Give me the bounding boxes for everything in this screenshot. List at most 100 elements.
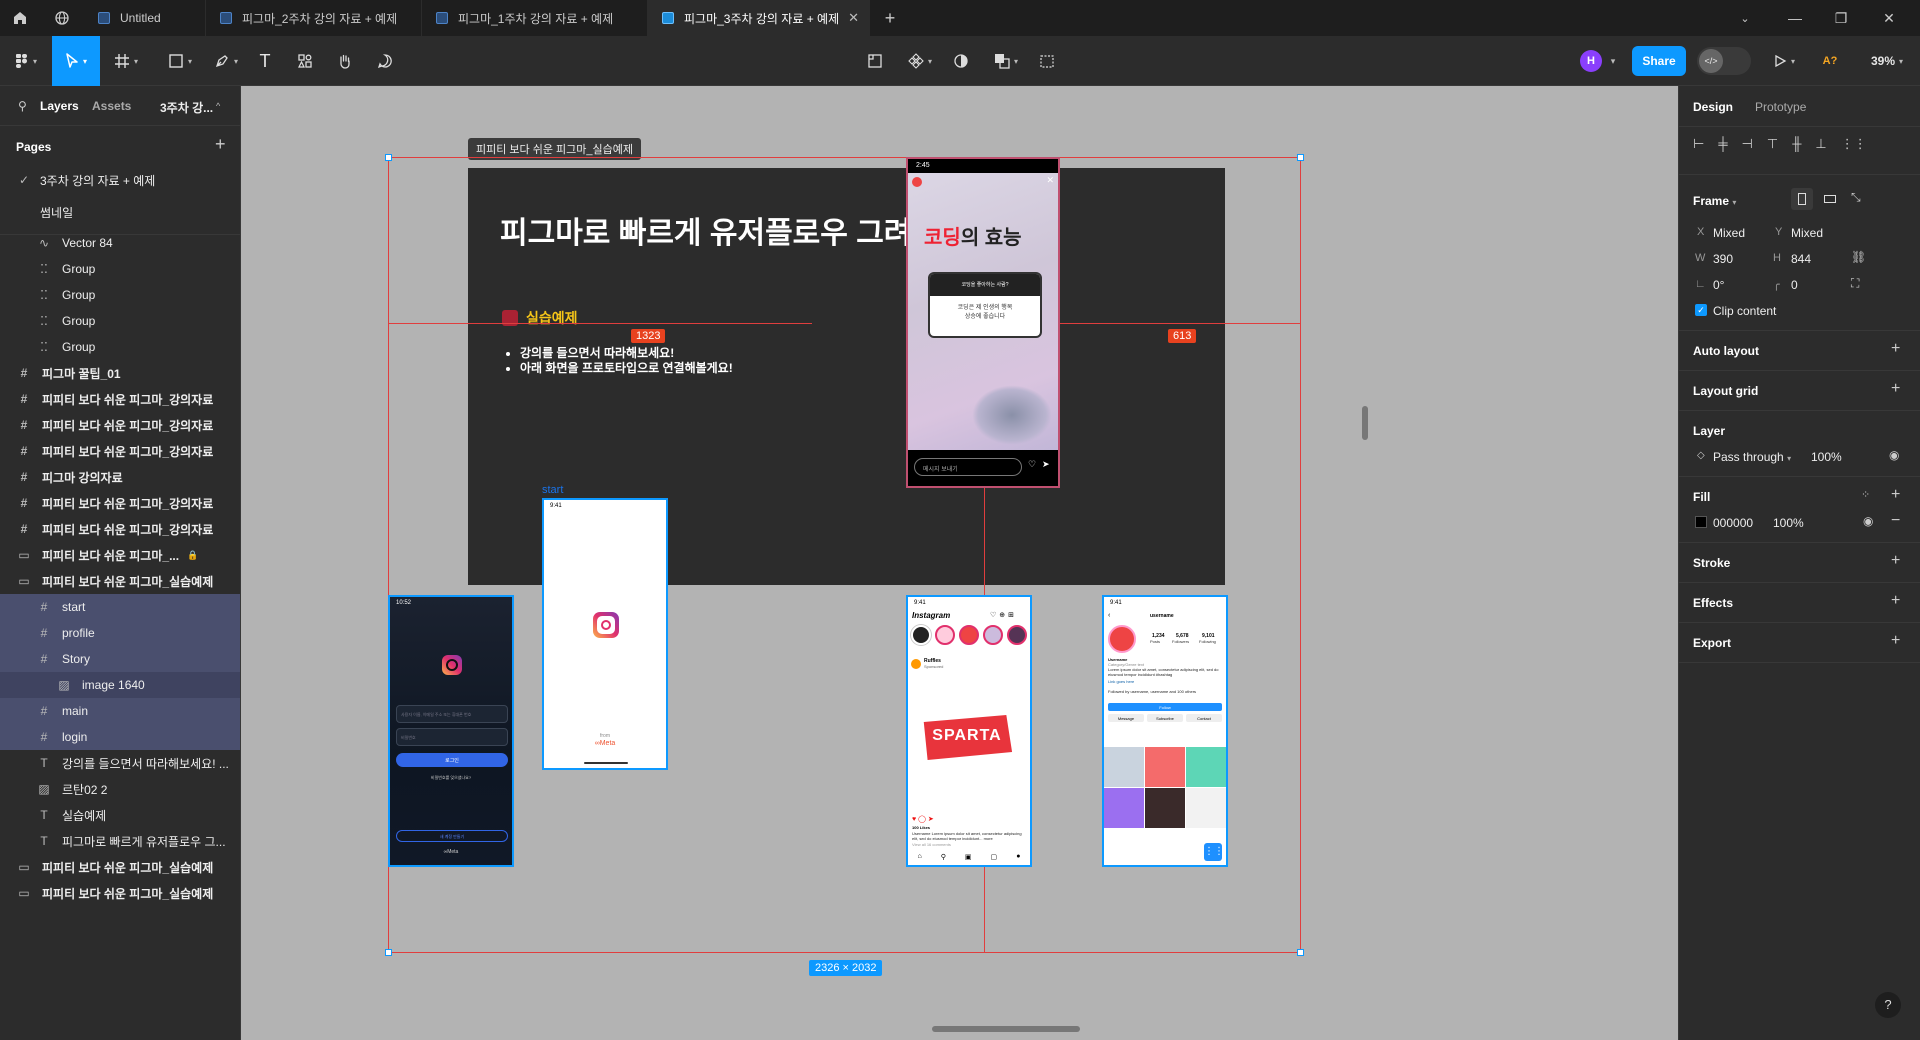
add-page-icon[interactable]: + bbox=[215, 134, 226, 155]
width-input[interactable]: 390 bbox=[1713, 252, 1733, 266]
subscribe-button[interactable]: Subscribe bbox=[1147, 714, 1183, 722]
align-right-icon[interactable]: ⊣ bbox=[1742, 136, 1753, 152]
story-avatar[interactable] bbox=[1007, 625, 1027, 645]
crop-image-icon[interactable] bbox=[1032, 36, 1062, 86]
crop-icon[interactable] bbox=[860, 36, 890, 86]
rectangle-tool-icon[interactable]: ▾ bbox=[160, 36, 200, 86]
resize-to-fit-icon[interactable]: ⤡ bbox=[1851, 190, 1861, 205]
layer-row[interactable]: ▭ 피피티 보다 쉬운 피그마_... 🔒 bbox=[0, 542, 240, 568]
align-left-icon[interactable]: ⊢ bbox=[1693, 136, 1704, 152]
main-frame[interactable]: 9:41 Instagram ♡⊕⊞ Ruffles Sponsored SPA… bbox=[906, 595, 1032, 867]
landscape-icon[interactable] bbox=[1819, 188, 1841, 210]
tab-week3[interactable]: 피그마_3주차 강의 자료 + 예제 ✕ bbox=[648, 0, 870, 36]
rotation-input[interactable]: 0° bbox=[1713, 278, 1724, 292]
layer-row[interactable]: T 실습예제 bbox=[0, 802, 240, 828]
tab-assets[interactable]: Assets bbox=[92, 99, 131, 113]
hand-tool-icon[interactable] bbox=[330, 36, 360, 86]
clip-content-checkbox[interactable]: ✓ bbox=[1695, 304, 1707, 316]
constrain-proportions-icon[interactable]: ⛓ bbox=[1851, 250, 1866, 264]
grid-post[interactable] bbox=[1186, 747, 1226, 787]
layer-opacity-input[interactable]: 100% bbox=[1811, 450, 1842, 464]
minimize-icon[interactable]: — bbox=[1772, 0, 1818, 36]
avatar[interactable]: H bbox=[1580, 50, 1602, 72]
frame-dropdown[interactable]: Frame ▾ bbox=[1693, 194, 1736, 208]
layer-row[interactable]: # login bbox=[0, 724, 240, 750]
tab-prototype[interactable]: Prototype bbox=[1755, 100, 1806, 114]
y-input[interactable]: Mixed bbox=[1791, 226, 1823, 240]
fill-opacity-input[interactable]: 100% bbox=[1773, 516, 1804, 530]
layer-row[interactable]: ▨ 르탄02 2 bbox=[0, 776, 240, 802]
message-button[interactable]: Message bbox=[1108, 714, 1144, 722]
home-icon[interactable] bbox=[2, 0, 38, 36]
main-menu-icon[interactable]: ▾ bbox=[0, 36, 52, 86]
dev-mode-toggle[interactable]: </> bbox=[1697, 47, 1751, 75]
resources-icon[interactable] bbox=[290, 36, 320, 86]
plus-icon[interactable]: + bbox=[872, 0, 908, 36]
close-window-icon[interactable]: ✕ bbox=[1866, 0, 1912, 36]
eye-icon[interactable]: ◉ bbox=[1863, 514, 1873, 528]
resize-handle[interactable] bbox=[1297, 949, 1304, 956]
layer-row[interactable]: ⁚⁚ Group bbox=[0, 282, 240, 308]
zoom-menu[interactable]: 39% ▾ bbox=[1858, 36, 1916, 86]
vertical-scrollbar[interactable] bbox=[1362, 406, 1368, 440]
resize-handle[interactable] bbox=[1297, 154, 1304, 161]
layer-row[interactable]: # 피피티 보다 쉬운 피그마_강의자료 bbox=[0, 516, 240, 542]
tab-week2[interactable]: 피그마_2주차 강의 자료 + 예제 bbox=[206, 0, 422, 36]
align-center-h-icon[interactable]: ╪ bbox=[1718, 136, 1727, 152]
layer-row[interactable]: # Story bbox=[0, 646, 240, 672]
frame-tool-icon[interactable]: ▾ bbox=[106, 36, 146, 86]
move-tool[interactable]: ▾ bbox=[52, 36, 100, 86]
layer-row[interactable]: # main bbox=[0, 698, 240, 724]
send-icon[interactable]: ➤ bbox=[1042, 459, 1050, 470]
bottom-nav[interactable]: ⌂ ⚲ ▣ ▢ ● bbox=[908, 853, 1030, 861]
frame-label-start[interactable]: start bbox=[542, 484, 563, 496]
page-item[interactable]: 썸네일 bbox=[0, 196, 240, 228]
layer-row[interactable]: ▭ 피피티 보다 쉬운 피그마_실습예제 bbox=[0, 854, 240, 880]
tab-layers[interactable]: Layers bbox=[40, 99, 79, 113]
start-frame[interactable]: 9:41 from ∞Meta bbox=[542, 498, 668, 770]
search-icon[interactable]: ⚲ bbox=[18, 99, 27, 113]
globe-icon[interactable] bbox=[44, 0, 80, 36]
grid-post[interactable] bbox=[1145, 747, 1185, 787]
back-icon[interactable]: ‹ bbox=[1108, 612, 1110, 619]
login-button[interactable]: 로그인 bbox=[396, 753, 508, 767]
profile-frame[interactable]: 9:41 ‹ username 1,234 Posts 5,678 Follow… bbox=[1102, 595, 1228, 867]
layer-row[interactable]: # 피피티 보다 쉬운 피그마_강의자료 bbox=[0, 438, 240, 464]
pen-tool-icon[interactable]: ▾ bbox=[206, 36, 246, 86]
resize-handle[interactable] bbox=[385, 949, 392, 956]
portrait-icon[interactable] bbox=[1791, 188, 1813, 210]
story-avatar[interactable] bbox=[911, 625, 931, 645]
layer-row[interactable]: T 강의를 들으면서 따라해보세요! ... bbox=[0, 750, 240, 776]
add-layout-grid-icon[interactable]: + bbox=[1891, 380, 1900, 398]
style-grid-icon[interactable]: ⁘ bbox=[1861, 488, 1870, 501]
add-stroke-icon[interactable]: + bbox=[1891, 552, 1900, 570]
restore-icon[interactable]: ❐ bbox=[1818, 0, 1864, 36]
add-auto-layout-icon[interactable]: + bbox=[1891, 340, 1900, 358]
layer-row[interactable]: T 피그마로 빠르게 유저플로우 그... bbox=[0, 828, 240, 854]
x-input[interactable]: Mixed bbox=[1713, 226, 1745, 240]
profile-link[interactable]: Link goes here bbox=[1108, 679, 1134, 684]
layer-row[interactable]: ∿ Vector 84 bbox=[0, 230, 240, 256]
grid-post[interactable] bbox=[1104, 788, 1144, 828]
contact-button[interactable]: Contact bbox=[1186, 714, 1222, 722]
add-export-icon[interactable]: + bbox=[1891, 632, 1900, 650]
layer-row[interactable]: ▨ image 1640 bbox=[0, 672, 240, 698]
layer-row[interactable]: # 피피티 보다 쉬운 피그마_강의자료 bbox=[0, 386, 240, 412]
heart-icon[interactable]: ♥ ◯ ➤ bbox=[912, 815, 934, 823]
story-avatar[interactable] bbox=[959, 625, 979, 645]
file-name[interactable]: 3주차 강... bbox=[160, 99, 213, 116]
grid-post[interactable] bbox=[1104, 747, 1144, 787]
add-effect-icon[interactable]: + bbox=[1891, 592, 1900, 610]
heart-icon[interactable]: ♡ bbox=[1028, 459, 1036, 470]
password-field[interactable]: 비밀번호 bbox=[396, 728, 508, 746]
story-frame[interactable]: 2:45 ✕ 코딩의 효능 코딩을 좋아하는 사람? 코딩은 제 인생의 행복 … bbox=[906, 157, 1060, 488]
horizontal-scrollbar[interactable] bbox=[932, 1026, 1080, 1032]
tab-untitled[interactable]: Untitled bbox=[84, 0, 206, 36]
canvas[interactable]: 피피티 보다 쉬운 피그마_실습예제 피그마로 빠르게 유저플로우 그려 실습예… bbox=[242, 86, 1677, 1040]
boolean-icon[interactable]: ▾ bbox=[986, 36, 1026, 86]
follow-button[interactable]: Follow bbox=[1108, 703, 1222, 711]
component-icon[interactable]: ▾ bbox=[900, 36, 940, 86]
add-fill-icon[interactable]: + bbox=[1891, 486, 1900, 504]
fill-swatch[interactable] bbox=[1695, 516, 1707, 528]
layer-row[interactable]: ⁚⁚ Group bbox=[0, 308, 240, 334]
